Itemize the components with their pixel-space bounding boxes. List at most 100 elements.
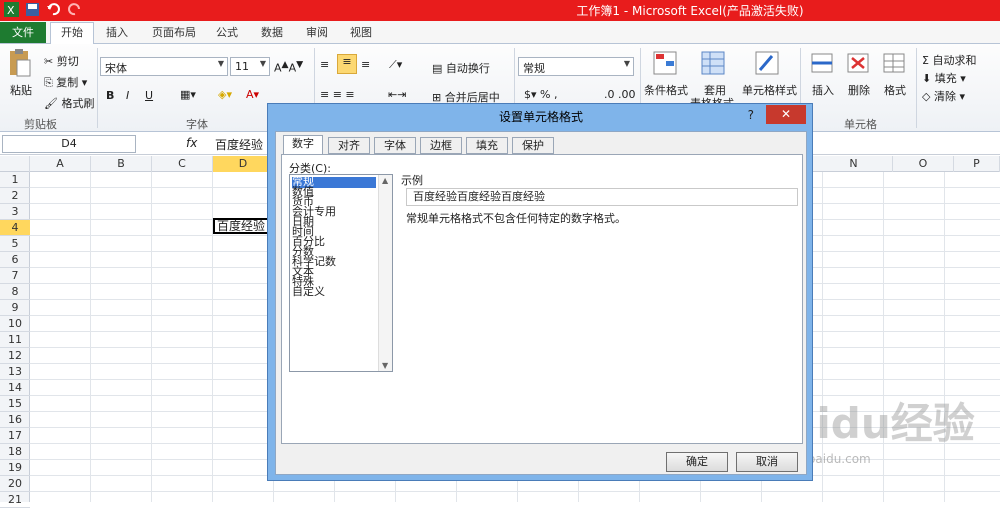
align-middle-icon[interactable]: ≡ <box>337 54 357 74</box>
fill-button[interactable]: ⬇ 填充 ▾ <box>922 70 966 86</box>
italic-button[interactable]: I <box>126 89 129 102</box>
cell-style-icon[interactable] <box>754 50 780 76</box>
insert-cells-icon[interactable] <box>810 50 834 76</box>
tab-border[interactable]: 边框 <box>420 137 462 154</box>
column-header[interactable]: C <box>152 156 213 172</box>
ribbon-tabs: 文件 开始 插入 页面布局 公式 数据 审阅 视图 <box>0 21 1000 45</box>
format-cells-button[interactable]: 格式 <box>884 82 906 98</box>
column-header[interactable]: B <box>91 156 152 172</box>
currency-icon[interactable]: $▾ % , <box>524 88 557 101</box>
tab-review[interactable]: 审阅 <box>306 24 328 40</box>
tab-fill[interactable]: 填充 <box>466 137 508 154</box>
row-header[interactable]: 13 <box>0 364 30 380</box>
wrap-text-button[interactable]: ▤ 自动换行 <box>432 60 490 76</box>
cancel-button[interactable]: 取消 <box>736 452 798 472</box>
number-format-combo[interactable]: 常规 ▼ <box>518 57 634 76</box>
fill-color-icon[interactable]: ◈▾ <box>218 88 232 101</box>
category-list[interactable]: 常规 数值 货币 会计专用 日期 时间 百分比 分数 科学记数 文本 特殊 自定… <box>289 174 393 372</box>
fx-icon[interactable]: fx <box>186 136 197 150</box>
formula-input[interactable]: 百度经验 <box>215 136 263 153</box>
close-icon[interactable]: ✕ <box>766 105 806 124</box>
underline-button[interactable]: U <box>145 89 153 102</box>
tab-font[interactable]: 字体 <box>374 137 416 154</box>
row-header[interactable]: 9 <box>0 300 30 316</box>
indent-icon[interactable]: ⇤⇥ <box>388 88 406 101</box>
row-header[interactable]: 19 <box>0 460 30 476</box>
tab-protection[interactable]: 保护 <box>512 137 554 154</box>
tab-page-layout[interactable]: 页面布局 <box>152 24 196 40</box>
table-format-icon[interactable] <box>700 50 726 76</box>
font-size-value: 11 <box>235 60 249 73</box>
row-header[interactable]: 10 <box>0 316 30 332</box>
column-header[interactable]: O <box>893 156 954 172</box>
column-header[interactable]: P <box>954 156 1000 172</box>
active-cell-d4[interactable]: 百度经验 <box>213 218 273 234</box>
row-header[interactable]: 8 <box>0 284 30 300</box>
row-header[interactable]: 21 <box>0 492 30 508</box>
row-header[interactable]: 2 <box>0 188 30 204</box>
delete-cells-button[interactable]: 删除 <box>848 82 870 98</box>
cut-button[interactable]: ✂ 剪切 <box>44 53 79 69</box>
row-header[interactable]: 18 <box>0 444 30 460</box>
tab-number[interactable]: 数字 <box>283 135 323 155</box>
row-header[interactable]: 12 <box>0 348 30 364</box>
align-top-icon[interactable]: ≡ <box>320 58 329 71</box>
row-header[interactable]: 16 <box>0 412 30 428</box>
font-grow-icon[interactable]: A▲A▼ <box>274 59 303 75</box>
help-icon[interactable]: ? <box>748 108 754 122</box>
row-header[interactable]: 4 <box>0 220 30 236</box>
tab-file[interactable]: 文件 <box>0 22 46 43</box>
row-header[interactable]: 15 <box>0 396 30 412</box>
row-header[interactable]: 14 <box>0 380 30 396</box>
category-scrollbar[interactable]: ▲ ▼ <box>378 175 392 371</box>
category-item[interactable]: 自定义 <box>292 286 325 298</box>
scroll-up-icon[interactable]: ▲ <box>382 176 388 185</box>
tab-alignment[interactable]: 对齐 <box>328 137 370 154</box>
font-name-combo[interactable]: 宋体 ▼ <box>100 57 228 76</box>
group-separator <box>97 48 98 128</box>
tab-home[interactable]: 开始 <box>50 22 94 45</box>
decimal-icon[interactable]: .0 .00 <box>604 88 636 101</box>
tab-view[interactable]: 视图 <box>350 24 372 40</box>
row-header[interactable]: 1 <box>0 172 30 188</box>
format-painter-button[interactable]: 🖌 格式刷 <box>44 95 94 111</box>
clear-button[interactable]: ◇ 清除 ▾ <box>922 88 965 104</box>
row-header[interactable]: 6 <box>0 252 30 268</box>
copy-button[interactable]: ⎘ 复制 ▾ <box>44 74 87 90</box>
conditional-format-icon[interactable] <box>652 50 678 76</box>
cell-style-button[interactable]: 单元格样式 <box>742 82 797 98</box>
scroll-down-icon[interactable]: ▼ <box>382 361 388 370</box>
align-bottom-icon[interactable]: ≡ <box>361 58 370 71</box>
border-icon[interactable]: ▦▾ <box>180 88 196 101</box>
tab-formulas[interactable]: 公式 <box>216 24 238 40</box>
name-box[interactable]: D4 <box>2 135 136 153</box>
paste-icon[interactable] <box>8 48 32 78</box>
orientation-icon[interactable]: ⟋▾ <box>389 58 402 72</box>
row-header[interactable]: 3 <box>0 204 30 220</box>
chevron-down-icon: ▼ <box>259 59 266 68</box>
column-header[interactable]: D <box>213 156 274 172</box>
ok-button[interactable]: 确定 <box>666 452 728 472</box>
font-color-icon[interactable]: A▾ <box>246 88 259 101</box>
row-header[interactable]: 20 <box>0 476 30 492</box>
delete-cells-icon[interactable] <box>846 50 870 76</box>
tab-insert[interactable]: 插入 <box>106 24 128 40</box>
align-left-icon[interactable]: ≡ ≡ ≡ <box>320 88 355 101</box>
select-all-corner[interactable] <box>0 156 30 172</box>
conditional-format-button[interactable]: 条件格式 <box>644 82 688 98</box>
column-header[interactable]: N <box>815 156 893 172</box>
group-separator <box>916 48 917 128</box>
autosum-button[interactable]: Σ 自动求和 <box>922 52 976 68</box>
copy-label: 复制 <box>56 76 79 89</box>
insert-cells-button[interactable]: 插入 <box>812 82 834 98</box>
row-header[interactable]: 11 <box>0 332 30 348</box>
tab-data[interactable]: 数据 <box>261 24 283 40</box>
format-cells-icon[interactable] <box>882 50 906 76</box>
paste-button[interactable]: 粘贴 <box>10 82 32 98</box>
row-header[interactable]: 5 <box>0 236 30 252</box>
bold-button[interactable]: B <box>106 89 114 102</box>
row-header[interactable]: 7 <box>0 268 30 284</box>
row-header[interactable]: 17 <box>0 428 30 444</box>
font-size-combo[interactable]: 11 ▼ <box>230 57 270 76</box>
column-header[interactable]: A <box>30 156 91 172</box>
